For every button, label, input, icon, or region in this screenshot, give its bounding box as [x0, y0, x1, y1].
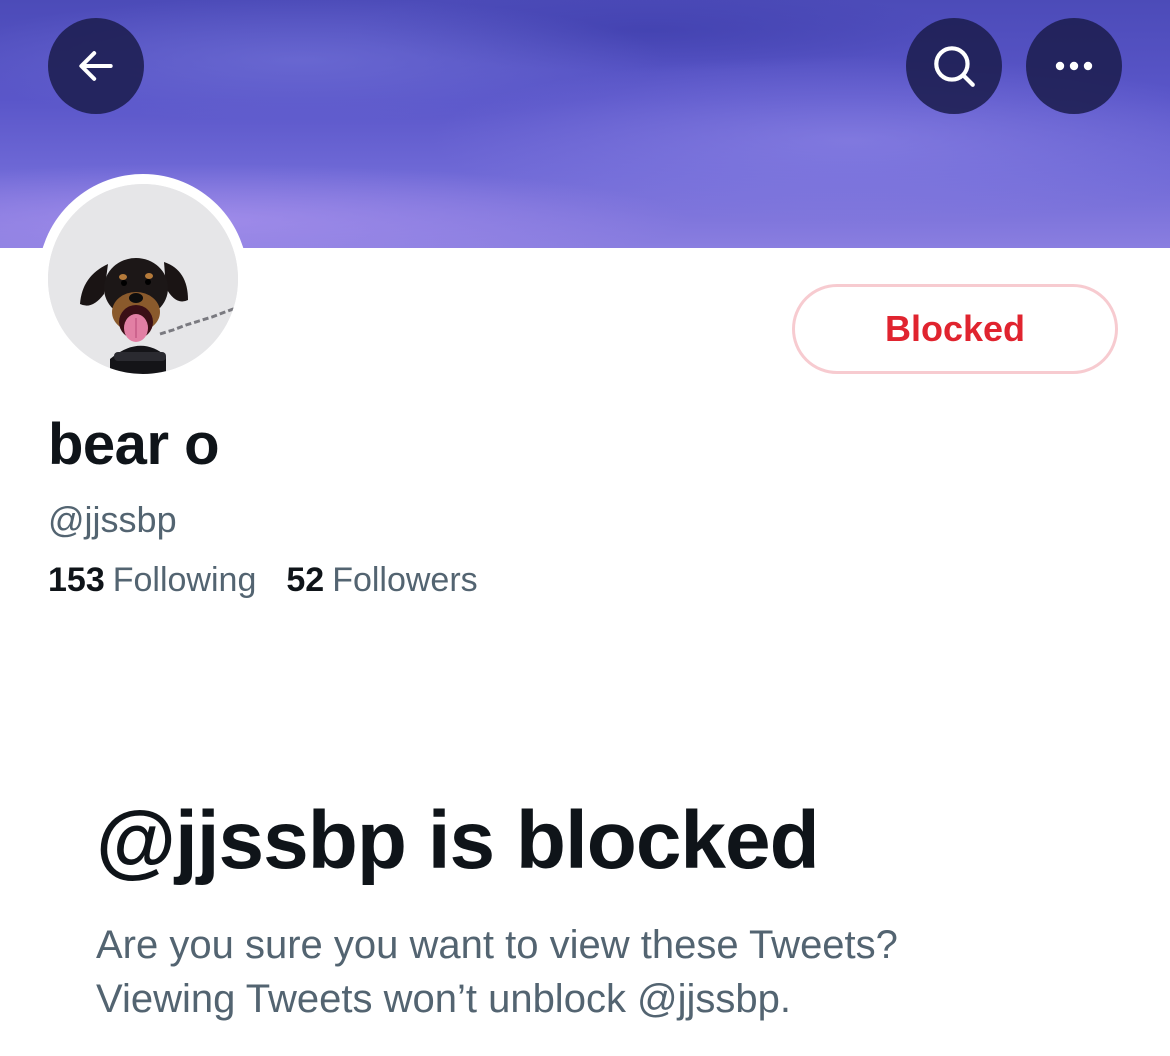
blocked-description: Are you sure you want to view these Twee… — [96, 918, 1096, 1026]
following-label: Following — [112, 561, 257, 599]
more-horizontal-icon — [1055, 61, 1093, 71]
following-link[interactable]: 153 Following — [48, 563, 256, 597]
avatar[interactable] — [48, 184, 238, 374]
dog-avatar — [48, 184, 238, 374]
followers-label: Followers — [332, 561, 478, 599]
more-button[interactable] — [1026, 18, 1122, 114]
followers-link[interactable]: 52 Followers — [286, 563, 477, 597]
following-count: 153 — [48, 561, 105, 599]
back-button[interactable] — [48, 18, 144, 114]
user-handle: @jjssbp — [48, 499, 177, 540]
blocked-title: @jjssbp is blocked — [96, 795, 820, 886]
search-button[interactable] — [906, 18, 1002, 114]
profile-page: Blocked bear o @jjssbp 153 Following 52 Fo… — [0, 0, 1170, 1056]
blocked-description-line2: Viewing Tweets won’t unblock @jjssbp. — [96, 977, 792, 1021]
followers-count: 52 — [286, 561, 325, 599]
display-name: bear o — [48, 412, 220, 477]
follow-stats: 153 Following 52 Followers — [48, 563, 478, 597]
arrow-left-icon — [79, 51, 113, 81]
search-icon — [934, 46, 975, 87]
blocked-description-line1: Are you sure you want to view these Twee… — [96, 923, 898, 967]
blocked-button[interactable]: Blocked — [792, 284, 1118, 374]
